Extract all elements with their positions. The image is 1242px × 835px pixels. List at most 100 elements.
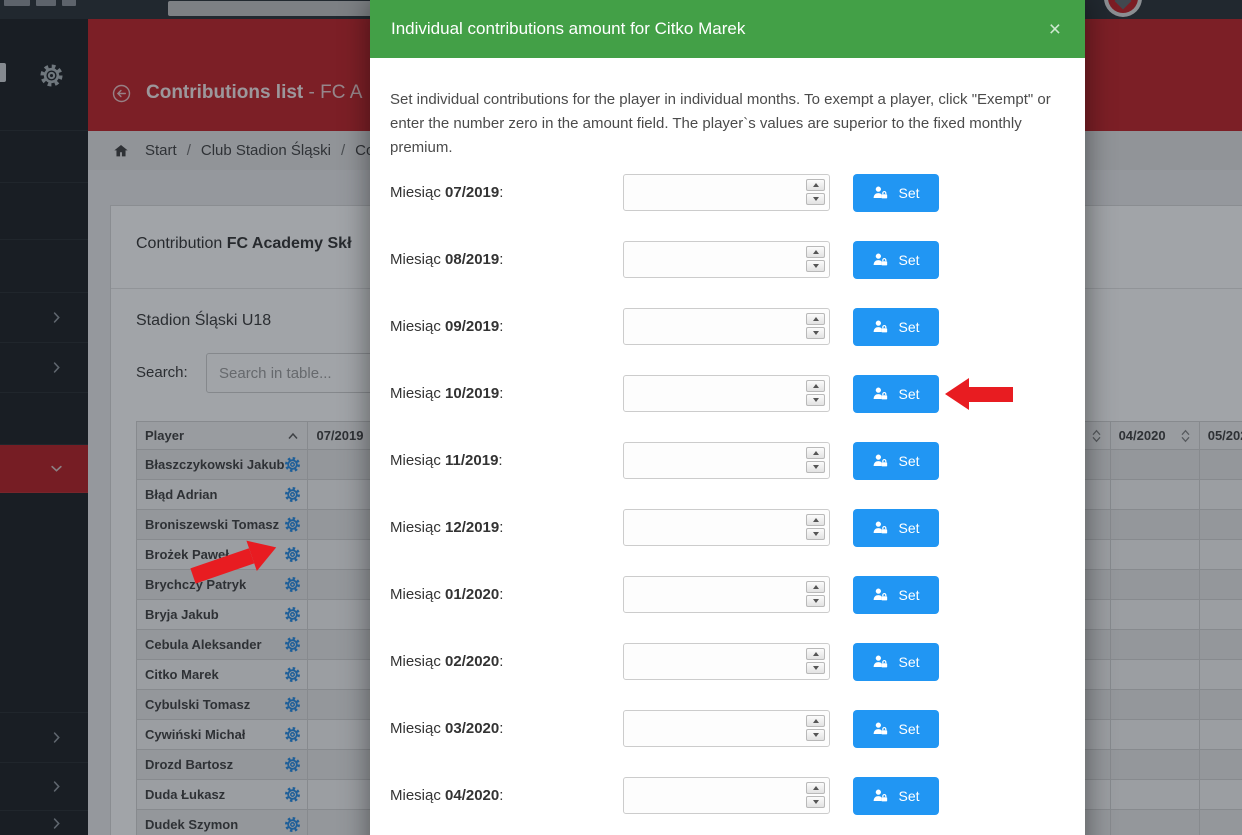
spinner-down-button[interactable] [806,796,825,808]
spinner-up-button[interactable] [806,581,825,593]
month-label: Miesiąc 08/2019: [390,251,623,268]
spinner-up-button[interactable] [806,246,825,258]
spinner-up-button[interactable] [806,514,825,526]
month-label: Miesiąc 01/2020: [390,586,623,603]
amount-input[interactable] [623,710,830,747]
amount-field-wrap [623,576,830,613]
spinner-down-button[interactable] [806,662,825,674]
set-button-label: Set [898,587,919,603]
number-spinner [806,380,825,406]
month-label: Miesiąc 10/2019: [390,385,623,402]
month-label: Miesiąc 02/2020: [390,653,623,670]
number-spinner [806,581,825,607]
set-button[interactable]: Set [853,777,939,815]
amount-field-wrap [623,777,830,814]
amount-input[interactable] [623,308,830,345]
spinner-down-button[interactable] [806,193,825,205]
modal-header: Individual contributions amount for Citk… [370,0,1085,58]
month-label: Miesiąc 07/2019: [390,184,623,201]
month-row: Miesiąc 01/2020: Set [390,576,1063,613]
amount-field-wrap [623,174,830,211]
set-button-label: Set [898,252,919,268]
spinner-down-button[interactable] [806,461,825,473]
amount-input[interactable] [623,241,830,278]
month-label: Miesiąc 03/2020: [390,720,623,737]
amount-field-wrap [623,643,830,680]
annotation-arrow-set-button [945,378,1013,410]
set-button[interactable]: Set [853,576,939,614]
close-icon[interactable]: × [1049,19,1061,40]
spinner-down-button[interactable] [806,327,825,339]
set-button[interactable]: Set [853,710,939,748]
spinner-down-button[interactable] [806,394,825,406]
amount-field-wrap [623,241,830,278]
number-spinner [806,715,825,741]
spinner-up-button[interactable] [806,782,825,794]
month-row: Miesiąc 12/2019: Set [390,509,1063,546]
set-button-label: Set [898,185,919,201]
user-lock-icon [872,519,889,536]
month-label: Miesiąc 04/2020: [390,787,623,804]
amount-field-wrap [623,509,830,546]
user-lock-icon [872,452,889,469]
amount-input[interactable] [623,509,830,546]
number-spinner [806,313,825,339]
user-lock-icon [872,385,889,402]
user-lock-icon [872,720,889,737]
set-button[interactable]: Set [853,509,939,547]
spinner-up-button[interactable] [806,648,825,660]
amount-field-wrap [623,308,830,345]
set-button-label: Set [898,721,919,737]
user-lock-icon [872,318,889,335]
month-label: Miesiąc 09/2019: [390,318,623,335]
spinner-down-button[interactable] [806,595,825,607]
amount-input[interactable] [623,576,830,613]
individual-contributions-modal: Individual contributions amount for Citk… [370,0,1085,835]
set-button-label: Set [898,386,919,402]
number-spinner [806,648,825,674]
set-button[interactable]: Set [853,308,939,346]
number-spinner [806,179,825,205]
month-row: Miesiąc 07/2019: Set [390,174,1063,211]
amount-input[interactable] [623,442,830,479]
amount-field-wrap [623,442,830,479]
month-row: Miesiąc 02/2020: Set [390,643,1063,680]
month-row: Miesiąc 04/2020: Set [390,777,1063,814]
user-lock-icon [872,586,889,603]
spinner-up-button[interactable] [806,715,825,727]
number-spinner [806,782,825,808]
set-button[interactable]: Set [853,241,939,279]
set-button[interactable]: Set [853,442,939,480]
amount-input[interactable] [623,777,830,814]
spinner-up-button[interactable] [806,313,825,325]
month-row: Miesiąc 08/2019: Set [390,241,1063,278]
user-lock-icon [872,653,889,670]
spinner-down-button[interactable] [806,528,825,540]
number-spinner [806,514,825,540]
set-button-label: Set [898,520,919,536]
set-button[interactable]: Set [853,375,939,413]
set-button[interactable]: Set [853,643,939,681]
amount-field-wrap [623,710,830,747]
amount-input[interactable] [623,643,830,680]
set-button-label: Set [898,788,919,804]
spinner-up-button[interactable] [806,380,825,392]
month-row: Miesiąc 11/2019: Set [390,442,1063,479]
month-row: Miesiąc 03/2020: Set [390,710,1063,747]
set-button[interactable]: Set [853,174,939,212]
month-label: Miesiąc 11/2019: [390,452,623,469]
user-lock-icon [872,184,889,201]
spinner-down-button[interactable] [806,729,825,741]
user-lock-icon [872,787,889,804]
user-lock-icon [872,251,889,268]
set-button-label: Set [898,654,919,670]
amount-input[interactable] [623,375,830,412]
modal-body: Set individual contributions for the pla… [370,58,1085,814]
spinner-up-button[interactable] [806,179,825,191]
spinner-down-button[interactable] [806,260,825,272]
month-label: Miesiąc 12/2019: [390,519,623,536]
spinner-up-button[interactable] [806,447,825,459]
amount-input[interactable] [623,174,830,211]
month-row: Miesiąc 09/2019: Set [390,308,1063,345]
number-spinner [806,447,825,473]
